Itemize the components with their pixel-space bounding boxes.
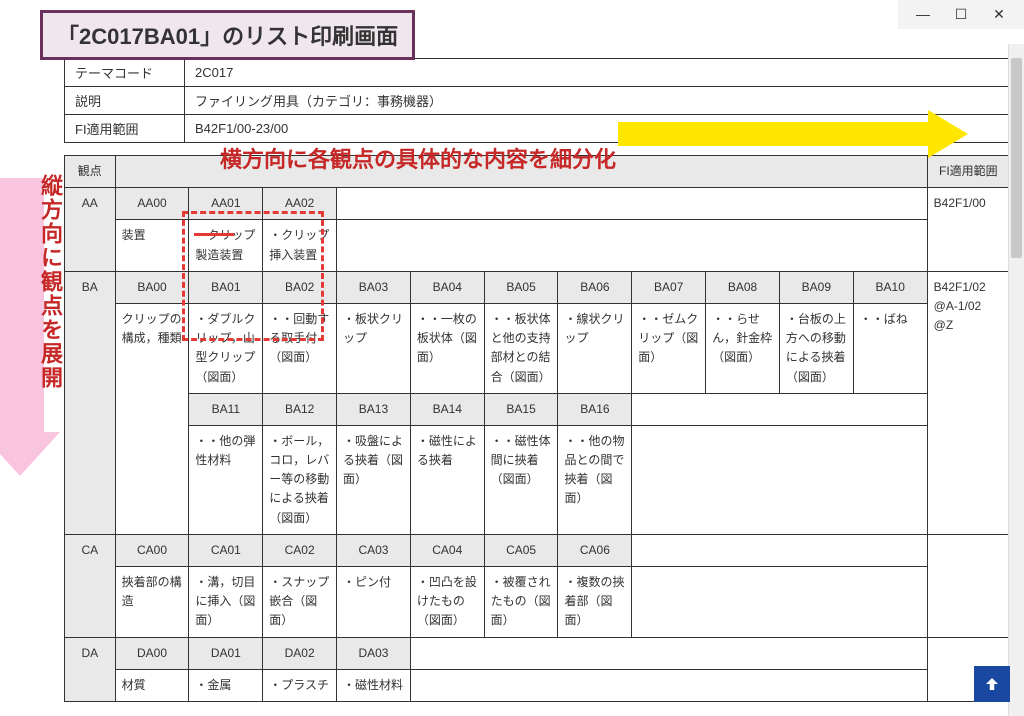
cell-DA01: DA01 [189,637,263,669]
row-DA-viewpoint: DA [65,637,116,701]
row-CA-label: 挾着部の構造 [115,567,189,638]
cell-BA16-desc: ・・他の物品との間で挾着（図面） [558,425,632,534]
cell-CA05-desc: ・被覆されたもの（図面） [484,567,558,638]
grid-area: 観点 FI適用範囲 AA AA00 AA01 AA02 B42F1/00 装置 … [64,155,1010,702]
cell-CA03-desc: ・ピン付 [337,567,411,638]
row-AA-label: 装置 [115,220,189,271]
cell-CA-fi [927,534,1009,637]
highlight-underline [194,233,234,236]
cell-blank [337,220,928,271]
row-AA-viewpoint: AA [65,188,116,272]
row-BA-label: クリップの構成，種類 [115,303,189,534]
cell-BA11-desc: ・・他の弾性材料 [189,425,263,534]
cell-BA-fi: B42F1/02 @A-1/02 @Z [927,271,1009,534]
cell-blank [632,425,927,534]
cell-DA01-desc: ・金属 [189,669,263,701]
cell-BA14-desc: ・磁性による挾着 [410,425,484,534]
cell-BA07-desc: ・・ゼムクリップ（図面） [632,303,706,393]
cell-BA05-desc: ・・板状体と他の支持部材との結合（図面） [484,303,558,393]
cell-BA06: BA06 [558,271,632,303]
cell-CA02-desc: ・スナップ嵌合（図面） [263,567,337,638]
vertical-scrollbar[interactable] [1008,44,1024,716]
cell-BA04: BA04 [410,271,484,303]
cell-DA03-desc: ・磁性材料 [337,669,411,701]
cell-blank [632,567,927,638]
cell-BA12: BA12 [263,393,337,425]
info-desc: ファイリング用具（カテゴリ：事務機器） [185,87,1010,115]
cell-CA01-desc: ・溝，切目に挿入（図面） [189,567,263,638]
cell-AA02-desc: ・クリップ挿入装置 [263,220,337,271]
cell-AA00: AA00 [115,188,189,220]
window-minimize[interactable]: — [912,6,934,23]
cell-BA09: BA09 [779,271,853,303]
grid-header-viewpoint: 観点 [65,156,116,188]
cell-BA01-desc: ・ダブルクリップ，山型クリップ（図面） [189,303,263,393]
cell-BA03: BA03 [337,271,411,303]
arrow-up-icon [983,675,1001,693]
cell-DA00: DA00 [115,637,189,669]
cell-blank [410,637,927,669]
scroll-to-top-button[interactable] [974,666,1010,702]
info-desc-label: 説明 [65,87,185,115]
row-DA-label: 材質 [115,669,189,701]
cell-BA08-desc: ・・らせん，針金枠（図面） [706,303,780,393]
cell-BA05: BA05 [484,271,558,303]
window-maximize[interactable]: ☐ [950,6,972,23]
cell-CA04: CA04 [410,534,484,566]
cell-DA02: DA02 [263,637,337,669]
cell-CA01: CA01 [189,534,263,566]
cell-blank [410,669,927,701]
cell-BA15-desc: ・・磁性体間に挾着（図面） [484,425,558,534]
cell-BA07: BA07 [632,271,706,303]
cell-BA06-desc: ・線状クリップ [558,303,632,393]
cell-CA05: CA05 [484,534,558,566]
cell-BA10-desc: ・・ばね [853,303,927,393]
grid-table: 観点 FI適用範囲 AA AA00 AA01 AA02 B42F1/00 装置 … [64,155,1010,702]
cell-BA08: BA08 [706,271,780,303]
row-CA-viewpoint: CA [65,534,116,637]
cell-BA00: BA00 [115,271,189,303]
cell-BA09-desc: ・台板の上方への移動による挾着（図面） [779,303,853,393]
cell-BA15: BA15 [484,393,558,425]
page-title-banner: 「2C017BA01」のリスト印刷画面 [40,10,415,60]
arrow-right-annotation [928,110,968,158]
cell-BA13-desc: ・吸盤による挾着（図面） [337,425,411,534]
info-theme-code: 2C017 [185,59,1010,87]
cell-BA14: BA14 [410,393,484,425]
cell-CA04-desc: ・凹凸を設けたもの（図面） [410,567,484,638]
cell-AA01-desc: ・クリップ製造装置 [189,220,263,271]
cell-blank [632,393,927,425]
scrollbar-thumb[interactable] [1011,58,1022,258]
cell-BA01: BA01 [189,271,263,303]
cell-BA12-desc: ・ボール，コロ，レバー等の移動による挾着（図面） [263,425,337,534]
info-theme-code-label: テーマコード [65,59,185,87]
cell-BA13: BA13 [337,393,411,425]
annotation-vertical: 縦方向に観点を展開 [34,174,66,390]
grid-header-fi: FI適用範囲 [927,156,1009,188]
cell-blank [632,534,927,566]
cell-BA02: BA02 [263,271,337,303]
cell-BA10: BA10 [853,271,927,303]
cell-CA00: CA00 [115,534,189,566]
cell-AA01: AA01 [189,188,263,220]
window-controls: — ☐ ✕ [898,0,1024,29]
cell-DA03: DA03 [337,637,411,669]
cell-BA04-desc: ・・一枚の板状体（図面） [410,303,484,393]
cell-BA11: BA11 [189,393,263,425]
cell-BA02-desc: ・・回動する取手付（図面） [263,303,337,393]
cell-CA06-desc: ・複数の挾着部（図面） [558,567,632,638]
cell-blank [337,188,928,220]
annotation-horizontal: 横方向に各観点の具体的な内容を細分化 [220,142,616,174]
window-close[interactable]: ✕ [988,6,1010,23]
cell-DA02-desc: ・プラスチ [263,669,337,701]
cell-BA16: BA16 [558,393,632,425]
cell-AA-fi: B42F1/00 [927,188,1009,272]
cell-CA06: CA06 [558,534,632,566]
row-BA-viewpoint: BA [65,271,116,534]
info-fi-label: FI適用範囲 [65,115,185,143]
cell-BA03-desc: ・板状クリップ [337,303,411,393]
cell-CA03: CA03 [337,534,411,566]
cell-CA02: CA02 [263,534,337,566]
cell-AA02: AA02 [263,188,337,220]
